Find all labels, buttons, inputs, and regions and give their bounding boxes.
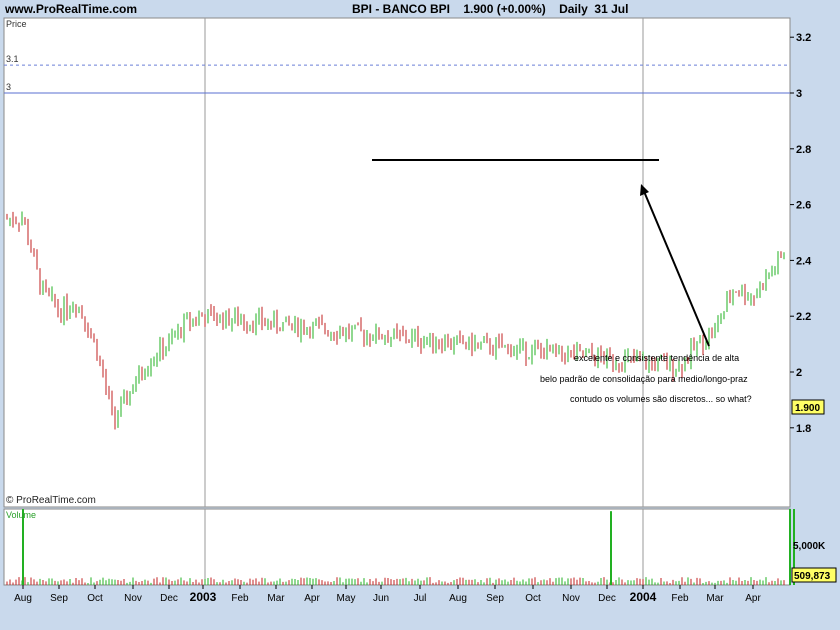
x-tick-label-10: Jun bbox=[373, 593, 389, 604]
y-tick-label-2: 2.2 bbox=[796, 311, 811, 323]
time-axis: Aug Sep Oct Nov Dec 2003 Feb Mar Apr May Jun Jul Aug… bbox=[14, 585, 761, 604]
x-tick-label-14: Oct bbox=[525, 593, 541, 604]
y-tick-label-0: 1.8 bbox=[796, 423, 811, 435]
x-tick-label-4: Dec bbox=[160, 593, 178, 604]
x-tick-label-8: Apr bbox=[304, 593, 320, 604]
annotation-line-3: contudo os volumes são discretos... so w… bbox=[570, 394, 752, 404]
annotation-line-1: excelente e consistente tendência de alt… bbox=[574, 353, 739, 363]
volume-panel bbox=[3, 508, 791, 586]
y-tick-label-3: 2.4 bbox=[796, 255, 812, 267]
x-tick-label-0: Aug bbox=[14, 593, 32, 604]
last-price-value: 1.900 bbox=[795, 403, 820, 414]
x-tick-label-19: Mar bbox=[706, 593, 724, 604]
y-tick-label-1: 2 bbox=[796, 367, 802, 379]
chart-canvas: 3.1 3 1.8 2 2.2 2.4 2.6 2.8 3 3.2 Aug Sep Oct Nov De… bbox=[3, 17, 837, 604]
price-axis: 1.8 2 2.2 2.4 2.6 2.8 3 3.2 bbox=[790, 32, 812, 435]
price-label: Price bbox=[6, 19, 27, 29]
y-tick-label-4: 2.6 bbox=[796, 200, 811, 212]
copyright-text: © ProRealTime.com bbox=[6, 495, 96, 506]
y-tick-label-5: 2.8 bbox=[796, 144, 811, 156]
volume-label: Volume bbox=[6, 510, 36, 520]
x-tick-label-5: 2003 bbox=[190, 590, 217, 604]
y-tick-label-6: 3 bbox=[796, 88, 802, 100]
price-panel bbox=[3, 17, 791, 508]
x-tick-label-7: Mar bbox=[267, 593, 285, 604]
x-tick-label-11: Jul bbox=[414, 593, 427, 604]
x-tick-label-12: Aug bbox=[449, 593, 467, 604]
y-tick-label-7: 3.2 bbox=[796, 32, 811, 44]
x-tick-label-18: Feb bbox=[671, 593, 689, 604]
x-tick-label-17: 2004 bbox=[630, 590, 657, 604]
x-tick-label-20: Apr bbox=[745, 593, 761, 604]
x-tick-label-15: Nov bbox=[562, 593, 580, 604]
x-tick-label-16: Dec bbox=[598, 593, 616, 604]
volume-tick-label: 5,000K bbox=[793, 541, 826, 552]
x-tick-label-6: Feb bbox=[231, 593, 249, 604]
ref-line-label-1: 3 bbox=[6, 82, 11, 92]
x-tick-label-2: Oct bbox=[87, 593, 103, 604]
ref-line-label-0: 3.1 bbox=[6, 54, 19, 64]
x-tick-label-3: Nov bbox=[124, 593, 142, 604]
annotation-line-2: belo padrão de consolidação para medio/l… bbox=[540, 374, 748, 384]
last-volume-value: 509,873 bbox=[794, 571, 831, 582]
x-tick-label-1: Sep bbox=[50, 593, 68, 604]
x-tick-label-13: Sep bbox=[486, 593, 504, 604]
x-tick-label-9: May bbox=[337, 593, 356, 604]
